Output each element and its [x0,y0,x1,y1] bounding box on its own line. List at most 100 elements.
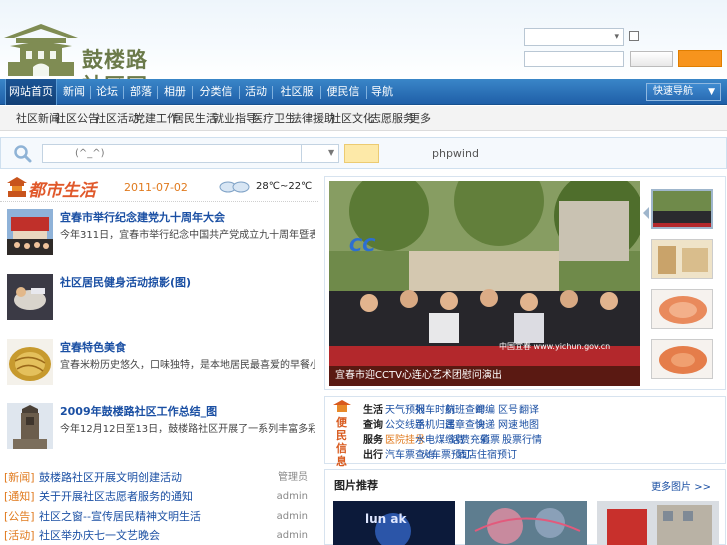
subnav-item[interactable]: 法律援助 [291,106,335,131]
service-link[interactable]: 快递 [475,418,495,433]
slide-watermark: 中国宜春 www.yichun.gov.cn [499,342,611,351]
subnav-item[interactable]: 社区文化 [330,106,374,131]
list-title[interactable]: 社区举办庆七一文艺晚会 [39,527,160,545]
news-thumbnail[interactable] [7,339,53,385]
list-item[interactable]: [新闻] 鼓楼路社区开展文明创建活动 管理员 [4,469,308,487]
remember-checkbox[interactable] [629,31,639,41]
service-logo-text: 便民信息 [336,416,347,468]
password-field[interactable] [524,51,624,67]
list-item[interactable]: [活动] 社区举办庆七一文艺晚会 admin [4,527,308,545]
service-category: 服务 [363,435,383,446]
search-hint[interactable]: phpwind [432,147,479,160]
news-desc: 今年311日，宜春市举行纪念中国共产党成立九十周年暨表彰先进基层党组织大会 [60,230,315,241]
nav-divider [90,86,91,99]
news-title[interactable]: 宜春市举行纪念建党九十周年大会 [60,209,225,225]
temperature: 28℃~22℃ [256,181,313,192]
main-nav: 网站首页 新闻 论坛 部落 相册 分类信息 活动 社区服务 便民信息 导航 快速… [0,79,727,124]
list-tag[interactable]: [新闻] [4,469,35,487]
list-title[interactable]: 关于开展社区志愿者服务的通知 [39,488,193,506]
site-header: 鼓楼路 社区网 ▾ [0,0,727,98]
photo-slider: CC 中国宜春 www.yichun.gov.cn 宜春市迎CCTV心连心艺术团… [324,176,726,390]
nav-item[interactable]: 新闻 [62,79,86,105]
subnav-item[interactable]: 社区活动 [95,106,139,131]
recommend-image[interactable]: lun ak [333,501,455,545]
list-title[interactable]: 社区之窗--宣传居民精神文明生活 [39,508,201,526]
login-type-select[interactable]: ▾ [524,28,624,46]
news-thumbnail[interactable] [7,403,53,449]
nav-item[interactable]: 部落 [129,79,153,105]
nav-divider [320,86,321,99]
service-link[interactable]: 网速 [498,418,518,433]
subnav-item[interactable]: 社区公告 [55,106,99,131]
recommend-more-link[interactable]: 更多图片 >> [651,478,711,493]
search-input[interactable]: (^_^) [42,144,302,163]
news-item: 社区居民健身活动掠影(图) [0,274,318,336]
subnav-item[interactable]: 社区新闻 [16,106,60,131]
list-item[interactable]: [通知] 关于开展社区志愿者服务的通知 admin [4,488,308,506]
nav-item[interactable]: 社区服务 [278,79,316,124]
subnav-item[interactable]: 居民生活 [173,106,217,131]
nav-item[interactable]: 分类信息 [197,79,235,124]
list-item[interactable]: [公告] 社区之窗--宣传居民精神文明生活 admin [4,508,308,526]
nav-item[interactable]: 便民信息 [324,79,362,124]
slide-thumbnail[interactable] [651,239,713,279]
news-title[interactable]: 宜春特色美食 [60,339,126,355]
list-tag[interactable]: [通知] [4,488,35,506]
chevron-down-icon: ▼ [708,87,715,97]
cloud-icon [219,181,250,193]
slide-thumbnail[interactable] [651,339,713,379]
news-title[interactable]: 社区居民健身活动掠影(图) [60,274,191,290]
news-thumbnail[interactable] [7,274,53,320]
sub-nav: 社区新闻 社区公告 社区活动 党建工作 居民生活 就业指导 医疗卫生 法律援助 … [0,106,727,131]
nav-divider [192,86,193,99]
nav-divider [366,86,367,99]
svg-text:lun ak: lun ak [365,512,407,526]
register-button[interactable] [678,50,722,67]
subnav-item[interactable]: 志愿服务 [370,106,414,131]
news-thumbnail[interactable] [7,209,53,255]
service-link[interactable]: 股票行情 [502,433,542,448]
subnav-item[interactable]: 党建工作 [134,106,178,131]
news-desc: 今年12月12日至13日，鼓楼路社区开展了一系列丰富多彩的活动“社区文化节” [60,424,315,435]
quick-nav-label: 快速导航 [653,86,693,97]
list-tag[interactable]: [公告] [4,508,35,526]
search-type-select[interactable]: ▼ [301,144,339,163]
recommend-title: 图片推荐 [334,479,378,492]
subnav-item[interactable]: 就业指导 [213,106,257,131]
news-item: 2009年鼓楼路社区工作总结_图 今年12月12日至13日，鼓楼路社区开展了一系… [0,403,318,465]
recommend-image[interactable] [597,501,719,545]
subnav-item[interactable]: 更多 [409,106,431,131]
slide-thumbnail[interactable] [651,289,713,329]
slide-thumbnail[interactable] [651,189,713,229]
slide-image[interactable]: CC 中国宜春 www.yichun.gov.cn 宜春市迎CCTV心连心艺术团… [329,181,640,386]
login-button[interactable] [630,51,673,67]
service-link[interactable]: 邮编 [475,403,495,418]
nav-divider [123,86,124,99]
quick-nav-dropdown[interactable]: 快速导航 ▼ [646,83,721,101]
nav-item[interactable]: 网站首页 [5,79,57,105]
nav-item[interactable]: 导航 [370,79,394,105]
picture-recommend-panel: 图片推荐 更多图片 >> lun ak [324,469,726,545]
service-link[interactable]: 区号 [498,403,518,418]
service-link[interactable]: 地图 [519,418,539,433]
search-icon [14,145,32,163]
service-link[interactable]: 翻译 [519,403,539,418]
slide-caption[interactable]: 宜春市迎CCTV心连心艺术团慰问演出 [329,366,640,386]
news-item: 宜春市举行纪念建党九十周年大会 今年311日，宜春市举行纪念中国共产党成立九十周… [0,209,318,271]
search-button[interactable] [344,144,379,163]
news-title[interactable]: 2009年鼓楼路社区工作总结_图 [60,403,217,419]
nav-item[interactable]: 活动 [244,79,268,105]
service-link[interactable]: 酒店住宿预订 [457,448,517,463]
active-thumb-indicator [643,207,649,219]
list-tag[interactable]: [活动] [4,527,35,545]
city-life-header: 都市生活 2011-07-02 28℃~22℃ [0,174,318,202]
subnav-item[interactable]: 医疗卫生 [252,106,296,131]
nav-item[interactable]: 相册 [163,79,187,105]
nav-item[interactable]: 论坛 [95,79,119,105]
service-link[interactable]: 彩票 [480,433,500,448]
list-title[interactable]: 鼓楼路社区开展文明创建活动 [39,469,182,487]
site-logo[interactable]: 鼓楼路 社区网 [2,22,152,98]
city-date: 2011-07-02 [124,181,188,194]
recommend-image[interactable] [465,501,587,545]
list-author: admin [276,530,308,541]
